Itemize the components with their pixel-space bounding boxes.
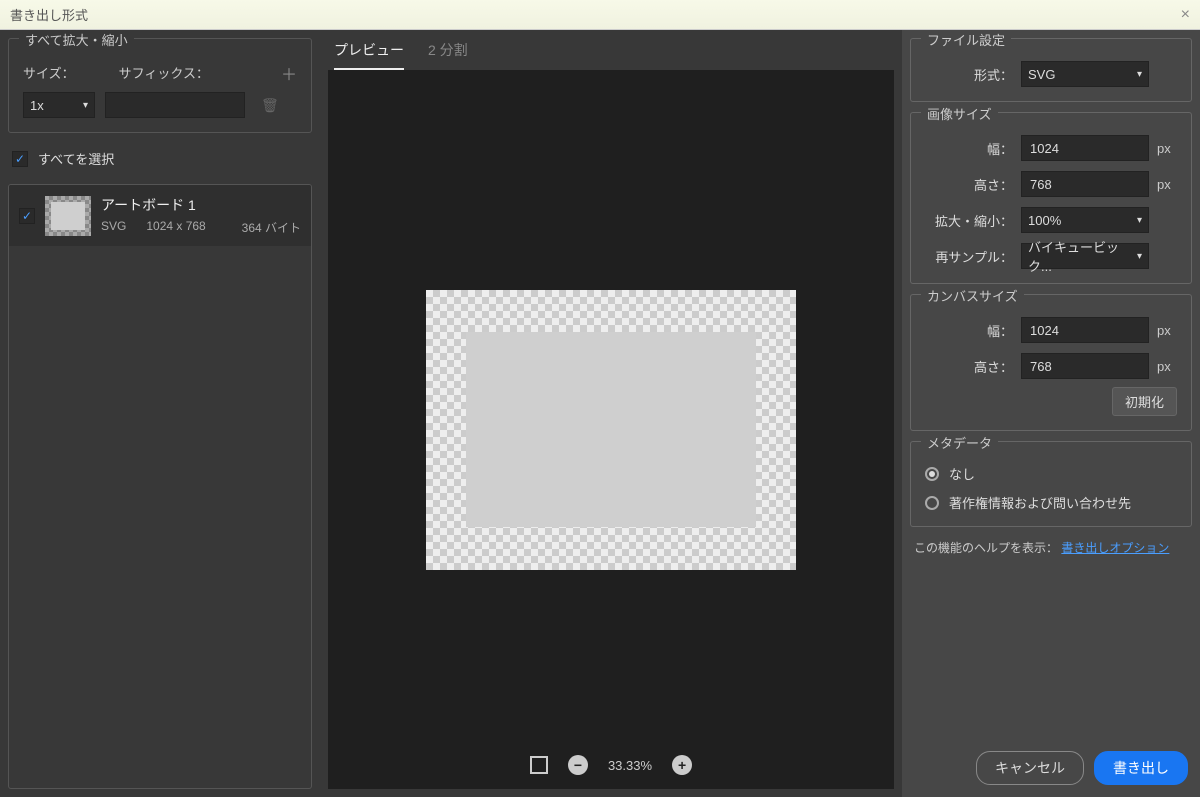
format-value: SVG <box>1028 67 1055 82</box>
chevron-down-icon: ▾ <box>1137 251 1142 262</box>
tab-preview[interactable]: プレビュー <box>334 40 404 70</box>
zoom-out-icon[interactable]: − <box>568 755 588 775</box>
cancel-button[interactable]: キャンセル <box>976 751 1084 785</box>
tab-split[interactable]: 2 分割 <box>428 40 468 70</box>
suffix-label: サフィックス： <box>119 63 209 82</box>
zoom-value: 33.33% <box>608 758 652 773</box>
unit-px: px <box>1157 323 1177 338</box>
asset-list: ✓ アートボード 1 SVG 1024 x 768 364 バイト <box>8 184 312 789</box>
canvas-size-title: カンバスサイズ <box>921 286 1024 305</box>
suffix-input[interactable] <box>105 92 245 118</box>
unit-px: px <box>1157 177 1177 192</box>
select-all-label: すべてを選択 <box>38 149 114 168</box>
help-row: この機能のヘルプを表示： 書き出しオプション <box>910 537 1192 558</box>
format-label: 形式： <box>955 65 1013 84</box>
export-button[interactable]: 書き出し <box>1094 751 1188 785</box>
unit-px: px <box>1157 359 1177 374</box>
canvas-transparent-bg <box>426 290 796 570</box>
width-input[interactable] <box>1021 135 1149 161</box>
scale-label: 拡大・縮小： <box>933 211 1013 230</box>
height-label: 高さ： <box>955 175 1013 194</box>
scale-select[interactable]: 100% ▾ <box>1021 207 1149 233</box>
format-select[interactable]: SVG ▾ <box>1021 61 1149 87</box>
dialog-buttons: キャンセル 書き出し <box>910 745 1192 789</box>
canvas-size-section: カンバスサイズ 幅： px 高さ： px 初期化 <box>910 294 1192 431</box>
dialog-title: 書き出し形式 <box>10 5 88 24</box>
scale-section-title: すべて拡大・縮小 <box>19 30 134 49</box>
center-panel: プレビュー 2 分割 − 33.33% + <box>320 30 902 797</box>
select-all-row: ✓ すべてを選択 <box>8 141 312 176</box>
scale-section: すべて拡大・縮小 サイズ： サフィックス： ＋ 1x ▾ 🗑 <box>8 38 312 133</box>
left-panel: すべて拡大・縮小 サイズ： サフィックス： ＋ 1x ▾ 🗑 ✓ すべてを選択 … <box>0 30 320 797</box>
asset-item[interactable]: ✓ アートボード 1 SVG 1024 x 768 364 バイト <box>9 185 311 246</box>
chevron-down-icon: ▾ <box>1137 215 1142 226</box>
asset-dimensions: 1024 x 768 <box>146 219 205 236</box>
metadata-title: メタデータ <box>921 433 998 452</box>
preview-tabs: プレビュー 2 分割 <box>320 30 902 70</box>
titlebar: 書き出し形式 × <box>0 0 1200 30</box>
canvas-width-label: 幅： <box>955 321 1013 340</box>
asset-format: SVG <box>101 219 126 236</box>
asset-filesize: 364 バイト <box>242 219 301 236</box>
canvas-width-input[interactable] <box>1021 317 1149 343</box>
chevron-down-icon: ▾ <box>1137 69 1142 80</box>
select-all-checkbox[interactable]: ✓ <box>12 151 28 167</box>
zoom-in-icon[interactable]: + <box>672 755 692 775</box>
scale-value: 100% <box>1028 213 1061 228</box>
zoom-controls: − 33.33% + <box>530 755 692 775</box>
asset-name: アートボード 1 <box>101 195 301 215</box>
right-panel: ファイル設定 形式： SVG ▾ 画像サイズ 幅： px 高さ： px <box>902 30 1200 797</box>
close-icon[interactable]: × <box>1181 6 1190 24</box>
metadata-none-label: なし <box>949 464 975 483</box>
help-link[interactable]: 書き出しオプション <box>1061 541 1169 555</box>
unit-px: px <box>1157 141 1177 156</box>
asset-checkbox[interactable]: ✓ <box>19 208 35 224</box>
image-size-title: 画像サイズ <box>921 104 998 123</box>
add-scale-icon[interactable]: ＋ <box>281 61 297 85</box>
resample-label: 再サンプル： <box>933 247 1013 266</box>
help-prefix: この機能のヘルプを表示： <box>914 541 1058 555</box>
image-size-section: 画像サイズ 幅： px 高さ： px 拡大・縮小： 100% ▾ 再サンプル <box>910 112 1192 284</box>
width-label: 幅： <box>955 139 1013 158</box>
file-settings-section: ファイル設定 形式： SVG ▾ <box>910 38 1192 102</box>
metadata-copyright-radio[interactable] <box>925 496 939 510</box>
chevron-down-icon: ▾ <box>83 100 88 111</box>
metadata-section: メタデータ なし 著作権情報および問い合わせ先 <box>910 441 1192 527</box>
canvas-height-input[interactable] <box>1021 353 1149 379</box>
reset-button[interactable]: 初期化 <box>1112 387 1177 416</box>
size-label: サイズ： <box>23 63 75 82</box>
canvas-height-label: 高さ： <box>955 357 1013 376</box>
trash-icon[interactable]: 🗑 <box>261 97 279 114</box>
height-input[interactable] <box>1021 171 1149 197</box>
file-settings-title: ファイル設定 <box>921 30 1011 49</box>
size-select[interactable]: 1x ▾ <box>23 92 95 118</box>
crop-icon[interactable] <box>530 756 548 774</box>
resample-select[interactable]: バイキュービック... ▾ <box>1021 243 1149 269</box>
resample-value: バイキュービック... <box>1028 237 1137 275</box>
size-value: 1x <box>30 98 44 113</box>
asset-thumbnail <box>45 196 91 236</box>
canvas-content <box>466 332 756 527</box>
metadata-copyright-label: 著作権情報および問い合わせ先 <box>949 493 1131 512</box>
preview-area: − 33.33% + <box>328 70 894 789</box>
metadata-none-radio[interactable] <box>925 467 939 481</box>
